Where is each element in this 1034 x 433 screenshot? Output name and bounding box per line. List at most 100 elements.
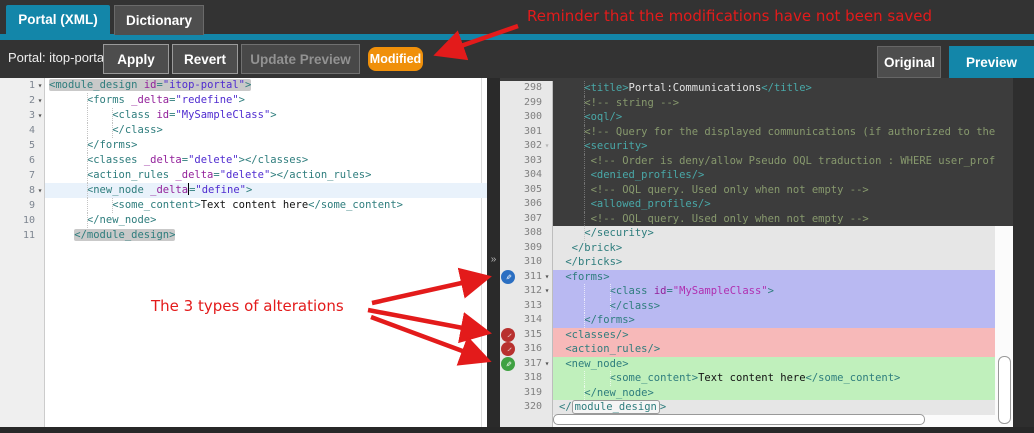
annotation-unsaved-note: Reminder that the modifications have not… <box>527 7 932 25</box>
line-number: 316 <box>518 342 542 357</box>
line-number: 313 <box>518 299 542 314</box>
gutter-cell: 314 <box>500 313 553 328</box>
gutter-cell: 4 <box>0 123 45 138</box>
gutter-cell: 310 <box>500 255 553 270</box>
line-number: 315 <box>518 328 542 343</box>
line-number: 318 <box>518 371 542 386</box>
fold-toggle-icon[interactable] <box>542 284 552 299</box>
code-text: </brick> <box>553 241 995 256</box>
code-line: 310</bricks> <box>500 255 995 270</box>
diff-modified-icon <box>501 270 515 284</box>
line-number: 305 <box>518 183 542 198</box>
code-text: </module_design> <box>553 400 995 415</box>
vertical-scrollbar-track[interactable] <box>995 78 1013 427</box>
gutter-cell: 5 <box>0 138 45 153</box>
code-line: 312<class id="MySampleClass"> <box>500 284 995 299</box>
code-text: </class> <box>553 299 995 314</box>
line-number: 1 <box>7 78 35 93</box>
code-text: </new_node> <box>45 213 487 228</box>
code-text: <action_rules/> <box>553 342 995 357</box>
code-text: <some_content>Text content here</some_co… <box>553 371 995 386</box>
portal-name-label: Portal: itop-portal <box>8 50 107 65</box>
gutter-cell: 306 <box>500 197 553 212</box>
line-number: 3 <box>7 108 35 123</box>
diff-added-icon <box>501 357 515 371</box>
gutter-cell: 3 <box>0 108 45 123</box>
code-text: <some_content>Text content here</some_co… <box>45 198 487 213</box>
code-line: 304<denied_profiles/> <box>500 168 995 183</box>
vertical-scrollbar-thumb[interactable] <box>998 356 1011 424</box>
gutter-cell: 2 <box>0 93 45 108</box>
gutter-cell: 318 <box>500 371 553 386</box>
diff-deleted-icon <box>501 342 515 356</box>
matching-tag-highlight: </module_design> <box>74 229 175 241</box>
dark-zone-edge <box>995 78 1013 226</box>
line-number: 311 <box>518 270 542 285</box>
line-number: 9 <box>7 198 35 213</box>
fold-toggle-icon[interactable] <box>35 93 45 108</box>
code-text: </security> <box>553 226 995 241</box>
tab-portal-xml[interactable]: Portal (XML) <box>6 5 110 40</box>
gutter-cell: 299 <box>500 96 553 111</box>
toolbar: Portal: itop-portal Apply Revert Update … <box>0 40 1034 78</box>
itop-designer-window: Portal (XML) Dictionary Portal: itop-por… <box>0 0 1034 433</box>
fold-toggle-icon[interactable] <box>35 78 45 93</box>
xml-editor-pane[interactable]: 1<module_design id="itop-portal">2<forms… <box>0 78 487 427</box>
gutter-cell: 304 <box>500 168 553 183</box>
line-number: 11 <box>7 228 35 243</box>
code-line: 303<!-- Order is deny/allow Pseudo OQL t… <box>500 154 995 169</box>
gutter-cell: 313 <box>500 299 553 314</box>
fold-toggle-icon[interactable] <box>542 270 552 285</box>
gutter-cell: 10 <box>0 213 45 228</box>
code-line: 313 </class> <box>500 299 995 314</box>
gutter-cell: 303 <box>500 154 553 169</box>
line-number: 4 <box>7 123 35 138</box>
code-text: </module_design> <box>45 228 487 243</box>
code-text: <class id="MySampleClass"> <box>45 108 487 123</box>
horizontal-scrollbar-thumb[interactable] <box>553 414 925 425</box>
code-line: 315<classes/> <box>500 328 995 343</box>
update-preview-button[interactable]: Update Preview <box>241 44 360 74</box>
code-line: 306<allowed_profiles/> <box>500 197 995 212</box>
code-line: 302<security> <box>500 139 995 154</box>
collapse-pane-icon[interactable] <box>487 254 500 265</box>
gutter-cell: 6 <box>0 153 45 168</box>
gutter-cell: 307 <box>500 212 553 227</box>
code-line: 300<oql/> <box>500 110 995 125</box>
diff-deleted-icon <box>501 328 515 342</box>
apply-button[interactable]: Apply <box>103 44 169 74</box>
line-number: 303 <box>518 154 542 169</box>
pane-divider[interactable] <box>487 78 500 427</box>
code-text: <classes _delta="delete"></classes> <box>45 153 487 168</box>
gutter-cell: 320 <box>500 400 553 415</box>
preview-view-button[interactable]: Preview <box>949 46 1034 78</box>
code-text: <oql/> <box>553 110 995 125</box>
code-text: <denied_profiles/> <box>553 168 995 183</box>
code-line: 7<action_rules _delta="delete"></action_… <box>0 168 487 183</box>
line-number: 306 <box>518 197 542 212</box>
tab-dictionary[interactable]: Dictionary <box>114 5 204 35</box>
code-line: 298<title>Portal:Communications</title> <box>500 81 995 96</box>
fold-toggle-icon[interactable] <box>35 108 45 123</box>
original-view-button[interactable]: Original <box>877 46 941 78</box>
code-line: 11 </module_design> <box>0 228 487 243</box>
code-text: </forms> <box>553 313 995 328</box>
code-line: 314</forms> <box>500 313 995 328</box>
gutter-cell: 316 <box>500 342 553 357</box>
gutter-cell: 308 <box>500 226 553 241</box>
fold-toggle-icon[interactable] <box>542 139 552 154</box>
line-number: 302 <box>518 139 542 154</box>
code-text: <!-- Query for the displayed communicati… <box>553 125 995 140</box>
code-line: 8<new_node _delta="define"> <box>0 183 487 198</box>
code-line: 299<!-- string --> <box>500 96 995 111</box>
revert-button[interactable]: Revert <box>172 44 238 74</box>
gutter-cell: 305 <box>500 183 553 198</box>
gutter-cell: 319 <box>500 386 553 401</box>
fold-toggle-icon[interactable] <box>542 357 552 372</box>
line-number: 317 <box>518 357 542 372</box>
fold-toggle-icon[interactable] <box>35 183 45 198</box>
preview-diff-pane[interactable]: 297<data_controller_action> (schemas\ito… <box>500 78 1013 427</box>
code-text: <forms> <box>553 270 995 285</box>
line-number: 309 <box>518 241 542 256</box>
code-line: 311 <forms> <box>500 270 995 285</box>
